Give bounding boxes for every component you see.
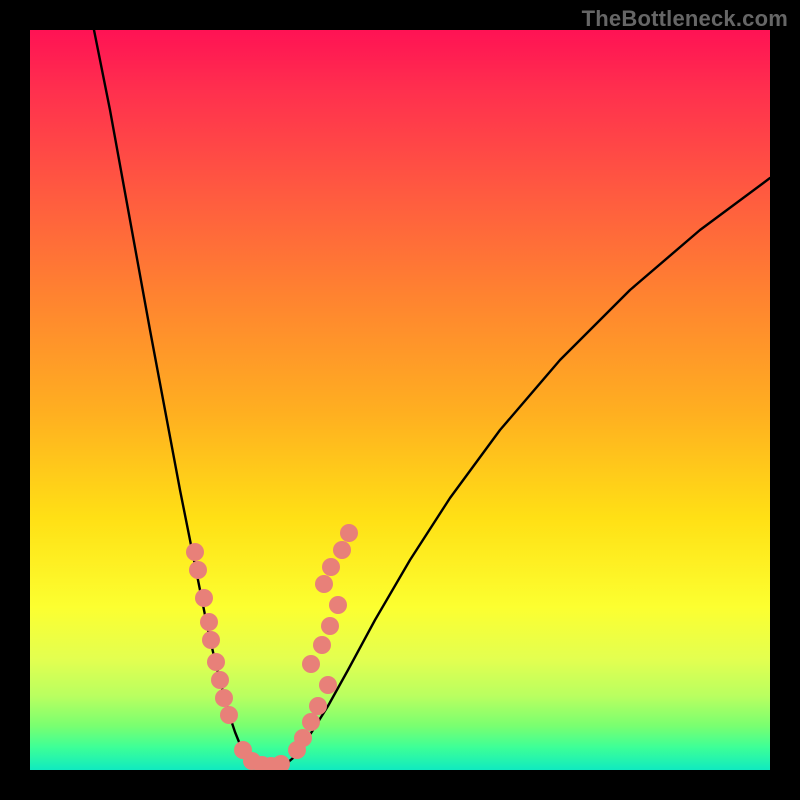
scatter-dot	[272, 755, 290, 770]
scatter-dot	[313, 636, 331, 654]
scatter-dot	[215, 689, 233, 707]
scatter-dot	[186, 543, 204, 561]
scatter-dot	[340, 524, 358, 542]
scatter-dot	[315, 575, 333, 593]
scatter-dot	[207, 653, 225, 671]
scatter-dot	[200, 613, 218, 631]
scatter-dot	[302, 655, 320, 673]
bottleneck-curve	[30, 30, 770, 770]
watermark-text: TheBottleneck.com	[582, 6, 788, 32]
scatter-dot	[333, 541, 351, 559]
scatter-dot	[202, 631, 220, 649]
scatter-dot	[329, 596, 347, 614]
chart-frame: TheBottleneck.com	[0, 0, 800, 800]
scatter-dot	[195, 589, 213, 607]
plot-area	[30, 30, 770, 770]
scatter-dot	[189, 561, 207, 579]
scatter-dot	[302, 713, 320, 731]
scatter-dot	[309, 697, 327, 715]
scatter-dot	[211, 671, 229, 689]
scatter-dot	[220, 706, 238, 724]
scatter-dot	[319, 676, 337, 694]
scatter-dot	[321, 617, 339, 635]
scatter-dot	[322, 558, 340, 576]
scatter-dot	[294, 729, 312, 747]
